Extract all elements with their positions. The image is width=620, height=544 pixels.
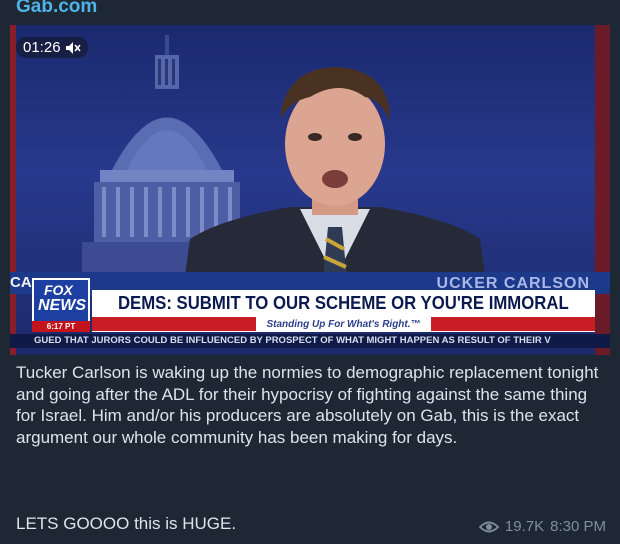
studio-backdrop-stripe [10,25,16,355]
message-time: 8:30 PM [550,518,606,535]
tagline-strip: Standing Up For What's Right.™ [92,316,595,332]
message-body: Tucker Carlson is waking up the normies … [16,363,599,447]
tagline-text: Standing Up For What's Right.™ [266,318,421,330]
headline-banner: DEMS: SUBMIT TO OUR SCHEME OR YOU'RE IMM… [92,290,595,316]
message-closing: LETS GOOOO this is HUGE. [16,514,237,533]
eye-icon [478,521,499,532]
speaker-muted-icon[interactable] [65,41,81,55]
duration-badge: 01:26 [16,37,88,58]
video-player[interactable]: 01:26 CA UCKER CARLSON FOX NEWS 6:17 PT … [10,25,610,355]
tagline-red-bar [92,317,257,331]
duration-text: 01:26 [23,39,61,56]
message-text: Tucker Carlson is waking up the normies … [16,362,608,448]
message-meta: 19.7K 8:30 PM [478,518,606,535]
chyron-left-text: CA [10,274,32,291]
broadcast-time: 6:17 PT [32,321,90,332]
view-count: 19.7K [504,518,545,535]
news-ticker: GUED THAT JURORS COULD BE INFLUENCED BY … [10,334,610,348]
studio-backdrop-stripe [595,25,610,355]
tagline-red-bar [430,317,595,331]
site-link[interactable]: Gab.com [16,0,97,18]
headline-text: DEMS: SUBMIT TO OUR SCHEME OR YOU'RE IMM… [118,292,569,313]
